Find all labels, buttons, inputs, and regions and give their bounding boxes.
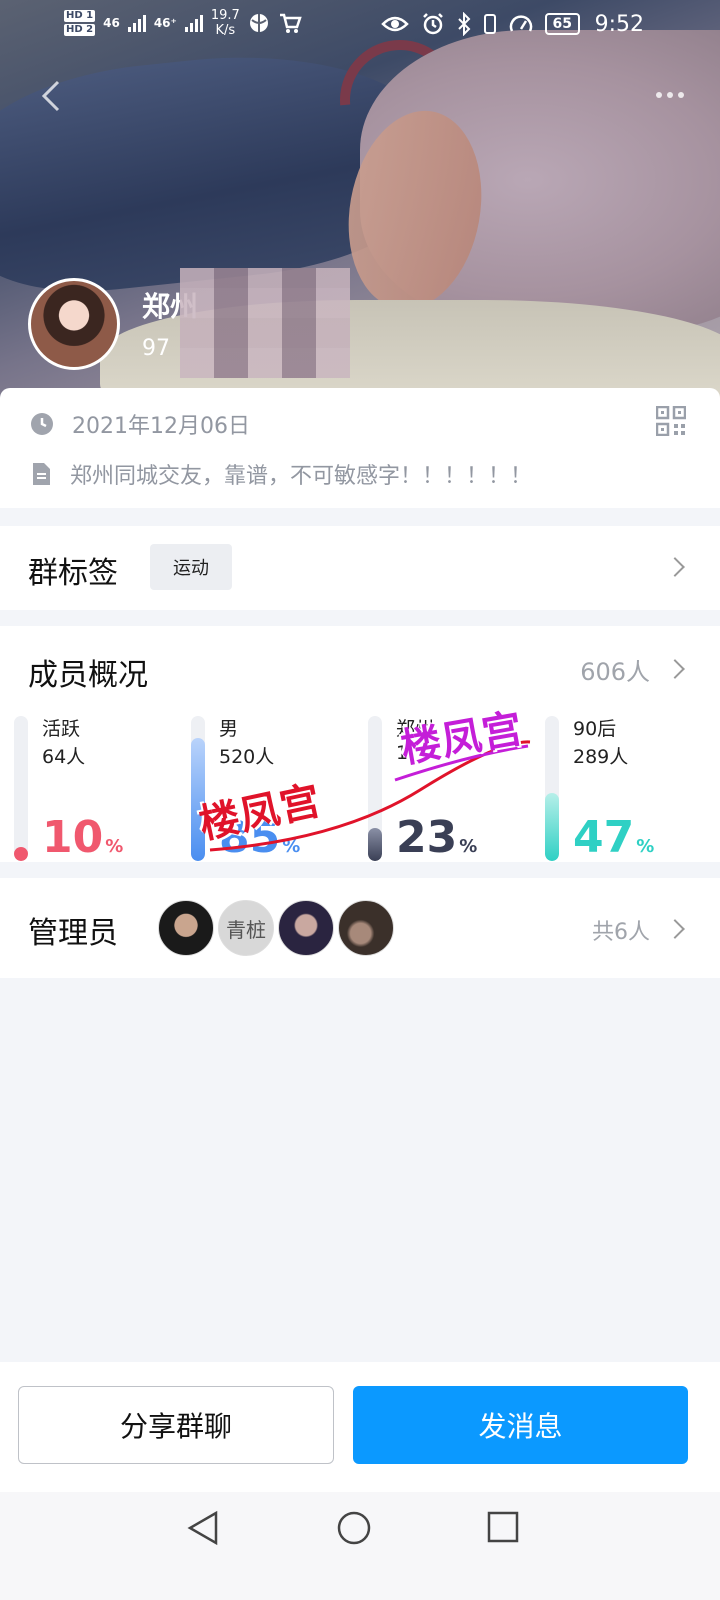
chevron-right-icon [665, 919, 685, 939]
eye-icon [380, 16, 409, 32]
members-title: 成员概况 [28, 658, 148, 693]
admin-avatar[interactable] [158, 900, 214, 956]
stat-count: 289人 [573, 746, 629, 768]
action-bar: 分享群聊 发消息 [0, 1362, 720, 1492]
stat-bar-fill [14, 846, 28, 861]
member-stat: 活跃 64人 10% [0, 714, 176, 862]
qr-code-icon[interactable] [656, 406, 686, 436]
hd-indicator: HD 1 HD 2 [64, 10, 96, 36]
network-type-1: 46 [103, 16, 120, 30]
stat-percent: 10% [42, 812, 124, 863]
network-type-2: 46⁺ [153, 16, 177, 30]
battery-icon: 65 [544, 13, 580, 35]
document-icon [33, 463, 50, 485]
admins-row[interactable]: 管理员 青桩 共6人 [0, 878, 720, 978]
tag-chip: 运动 [150, 544, 232, 590]
chevron-right-icon [665, 557, 685, 577]
stat-label: 90后 [573, 718, 617, 740]
speedometer-icon [509, 15, 532, 32]
more-options-icon[interactable] [650, 80, 690, 110]
group-info-card: 2021年12月06日 郑州同城交友，靠谱，不可敏感字！！！！！！ [0, 388, 720, 508]
group-avatar[interactable] [28, 278, 120, 370]
signal-bars-icon [184, 14, 203, 32]
alarm-icon [422, 13, 443, 35]
clock: 9:52 [594, 12, 644, 37]
group-id: 97 [142, 336, 170, 361]
share-group-button[interactable]: 分享群聊 [18, 1386, 334, 1464]
vibrate-icon [483, 14, 496, 34]
stat-percent: 47% [573, 812, 655, 863]
bluetooth-icon [457, 12, 470, 36]
nav-recents-icon[interactable] [486, 1510, 520, 1544]
stat-bar-track [14, 716, 28, 861]
chevron-right-icon [665, 659, 685, 679]
group-description: 郑州同城交友，靠谱，不可敏感字！！！！！！ [70, 464, 533, 489]
admin-avatar[interactable] [278, 900, 334, 956]
cart-icon [279, 13, 302, 33]
back-icon[interactable] [32, 76, 72, 116]
admin-count: 共6人 [592, 920, 650, 945]
privacy-mosaic [180, 268, 350, 378]
signal-bars-icon [127, 14, 146, 32]
nav-home-icon[interactable] [336, 1510, 372, 1546]
created-date: 2021年12月06日 [72, 414, 250, 439]
stat-count: 64人 [42, 746, 86, 768]
status-bar: HD 1 HD 2 46 46⁺ 19.7 K/s 65 9:52 [0, 0, 720, 52]
member-total: 606人 [580, 658, 650, 686]
send-message-button[interactable]: 发消息 [353, 1386, 688, 1464]
group-tags-row[interactable]: 群标签 运动 [0, 526, 720, 610]
network-speed: 19.7 K/s [210, 8, 240, 38]
stat-label: 活跃 [42, 718, 81, 740]
admins-title: 管理员 [28, 916, 118, 951]
clock-icon [31, 413, 53, 435]
tags-title: 群标签 [28, 556, 118, 591]
member-stat: 90后 289人 47% [531, 714, 707, 862]
browser-icon [249, 14, 268, 32]
nav-back-icon[interactable] [186, 1510, 220, 1546]
admin-avatar[interactable] [338, 900, 394, 956]
admin-avatar[interactable]: 青桩 [218, 900, 274, 956]
system-navigation-bar [0, 1492, 720, 1600]
